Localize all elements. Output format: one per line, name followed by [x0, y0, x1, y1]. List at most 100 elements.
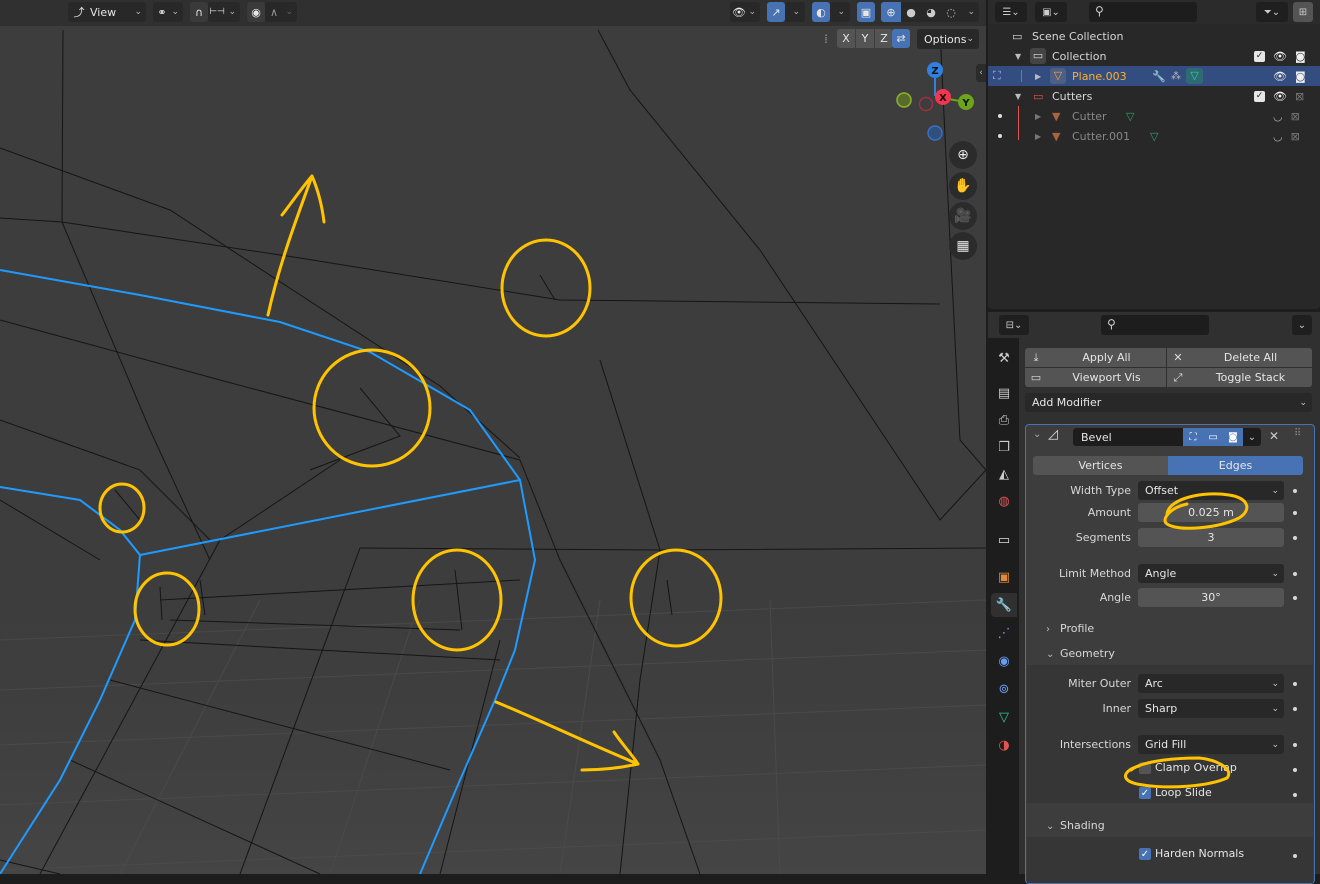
exclude-checkbox[interactable]: ✓ [1254, 90, 1265, 102]
tab-constraints[interactable]: ⊚ [991, 677, 1017, 701]
shading-solid-icon[interactable]: ● [901, 6, 921, 19]
render-disabled-icon[interactable]: ⊠ [1291, 130, 1300, 143]
collection-icon: ▭ [997, 532, 1011, 548]
view-menu[interactable]: ⤴ View ⌄ [68, 2, 146, 22]
snap-increment-icon: ⊢⊣ [209, 7, 225, 17]
shading-wireframe-icon[interactable]: ⊕ [881, 2, 901, 22]
tab-world[interactable]: ◍ [991, 489, 1017, 513]
view-layer-dropdown[interactable]: ▣⌄ [1035, 2, 1067, 22]
tab-view-layer[interactable]: ❐ [991, 435, 1017, 459]
zoom-button[interactable]: ⊕ [949, 141, 977, 169]
pan-button[interactable]: ✋ [949, 172, 977, 200]
auto-merge-toggle[interactable]: ⇄ [892, 29, 910, 48]
render-disabled-icon[interactable]: ⊠ [1291, 110, 1300, 123]
annotation-circle [500, 238, 592, 338]
exclude-checkbox[interactable]: ✓ [1254, 50, 1265, 62]
falloff-dropdown[interactable]: ∧ ⌄ [265, 2, 297, 22]
tab-modifiers[interactable]: 🔧 [991, 593, 1017, 617]
outliner-row-cutters[interactable]: ▼ ▭ Cutters ✓ 👁 ⊠ [988, 86, 1320, 106]
selectability-dropdown[interactable]: 👁 ⌄ [730, 2, 760, 22]
disclosure-triangle-icon[interactable]: ▶ [1035, 72, 1041, 81]
tab-physics[interactable]: ◉ [991, 649, 1017, 673]
tab-material[interactable]: ◑ [991, 733, 1017, 757]
render-camera-icon[interactable]: ◙ [1295, 50, 1306, 63]
outliner-row-cutter-001[interactable]: ▶ ▼ Cutter.001 ▽ ◡ ⊠ [988, 126, 1320, 146]
gizmo-neg-x[interactable] [918, 96, 934, 112]
viewport-header: ⤴ View ⌄ ⚭ ⌄ ∩ ⊢⊣ ⌄ ◉ ∧ ⌄ 👁 ⌄ ↗ ⌄ ◐ ⌄ ▣ … [0, 0, 986, 26]
gizmo-neg-y[interactable] [896, 92, 912, 108]
camera-view-button[interactable]: 🎥 [949, 202, 977, 230]
filter-dropdown[interactable]: ⏷⌄ [1256, 2, 1288, 22]
mirror-z-toggle[interactable]: Z [875, 29, 893, 48]
outliner: ☰⌄ ▣⌄ ⚲ ⏷⌄ ⊞ ▭ Scene Collection ▼ ▭ Coll… [988, 0, 1320, 309]
object-icon: ▣ [997, 569, 1011, 585]
row-label: Scene Collection [1032, 29, 1124, 43]
new-collection-button[interactable]: ⊞ [1293, 2, 1313, 22]
outliner-row-cutter[interactable]: ▶ ▼ Cutter ▽ ◡ ⊠ [988, 106, 1320, 126]
mirror-x-toggle[interactable]: X [837, 29, 855, 48]
disclosure-triangle-icon[interactable]: ▶ [1035, 112, 1041, 121]
outliner-row-collection[interactable]: ▼ ▭ Collection ✓ 👁 ◙ [988, 46, 1320, 66]
tab-collection[interactable]: ▭ [991, 528, 1017, 552]
properties-annotations [1124, 492, 1249, 789]
gizmo-neg-z[interactable] [927, 125, 943, 141]
disclosure-triangle-icon[interactable]: ▼ [1015, 52, 1021, 61]
mesh-data-icon[interactable]: ▽ [1186, 68, 1203, 84]
mesh-data-icon[interactable]: ▽ [1126, 110, 1134, 123]
render-disabled-icon[interactable]: ⊠ [1295, 90, 1304, 103]
overlay-icon: ◐ [816, 5, 826, 19]
tab-object-data[interactable]: ▽ [991, 705, 1017, 729]
tab-tool[interactable]: ⚒ [991, 346, 1017, 370]
gizmo-y-label: Y [961, 98, 970, 109]
disclosure-triangle-icon[interactable]: ▶ [1035, 132, 1041, 141]
proportional-editing-toggle[interactable]: ◉ [247, 2, 265, 22]
gizmo-dropdown[interactable]: ⌄ [785, 2, 805, 22]
render-camera-icon[interactable]: ◙ [1295, 70, 1306, 83]
disclosure-triangle-icon[interactable]: ▼ [1015, 92, 1021, 101]
overlay-toggle[interactable]: ◐ [812, 2, 830, 22]
pivot-point-icon: ⚭ [157, 5, 167, 19]
viewport-canvas[interactable] [0, 0, 986, 874]
options-dropdown[interactable]: Options ⌄ [917, 29, 979, 49]
tab-render[interactable]: ▤ [991, 381, 1017, 405]
eye-icon[interactable]: 👁 [1273, 90, 1287, 103]
output-icon: ⎙ [998, 412, 1010, 428]
tab-object[interactable]: ▣ [991, 565, 1017, 589]
display-mode-dropdown[interactable]: ☰⌄ [995, 2, 1027, 22]
tab-particles[interactable]: ⋰ [991, 621, 1017, 645]
chevron-down-icon: ⌄ [134, 7, 142, 17]
overlay-dropdown[interactable]: ⌄ [830, 2, 850, 22]
snap-toggle[interactable]: ∩ [190, 2, 208, 22]
navigation-gizmo[interactable]: Z X Y [890, 58, 980, 148]
shading-material-preview-icon[interactable]: ◕ [921, 6, 941, 19]
eye-closed-icon[interactable]: ◡ [1273, 130, 1283, 143]
search-icon: ⚲ [1095, 4, 1104, 18]
vertex-groups-icon[interactable]: ⁂ [1171, 71, 1181, 82]
modifier-wrench-icon[interactable]: 🔧 [1152, 70, 1166, 83]
outliner-row-plane-003[interactable]: ⛶ ▶ ▽ Plane.003 🔧 ⁂ ▽ 👁 ◙ [988, 66, 1320, 86]
outliner-row-scene-collection[interactable]: ▭ Scene Collection [988, 26, 1320, 46]
outliner-search-input[interactable]: ⚲ [1089, 2, 1197, 22]
mesh-data-icon[interactable]: ▽ [1150, 130, 1158, 143]
xray-toggle[interactable]: ▣ [857, 2, 875, 22]
scene-icon: ◭ [999, 466, 1009, 482]
mirror-y-toggle[interactable]: Y [856, 29, 874, 48]
eye-icon[interactable]: 👁 [1273, 70, 1287, 83]
options-dropdown[interactable]: ⌄ [1292, 315, 1312, 335]
tab-output[interactable]: ⎙ [991, 408, 1017, 432]
perspective-toggle-button[interactable]: ▦ [949, 232, 977, 260]
eye-icon[interactable]: 👁 [1273, 50, 1287, 63]
editor-type-dropdown[interactable]: ⊟⌄ [999, 315, 1029, 335]
tab-scene[interactable]: ◭ [991, 462, 1017, 486]
chevron-down-icon[interactable]: ⌄ [967, 7, 979, 17]
pivot-point-dropdown[interactable]: ⚭ ⌄ [153, 2, 183, 22]
shading-rendered-icon[interactable]: ◌ [941, 6, 961, 19]
properties-search-input[interactable]: ⚲ [1101, 315, 1209, 335]
edit-mode-icon[interactable]: ⛶ [993, 69, 1001, 83]
snap-target-dropdown[interactable]: ⊢⊣ ⌄ [208, 2, 240, 22]
material-icon: ◑ [998, 737, 1010, 753]
3d-viewport[interactable]: ⤴ View ⌄ ⚭ ⌄ ∩ ⊢⊣ ⌄ ◉ ∧ ⌄ 👁 ⌄ ↗ ⌄ ◐ ⌄ ▣ … [0, 0, 986, 874]
gizmo-toggle[interactable]: ↗ [767, 2, 785, 22]
eye-closed-icon[interactable]: ◡ [1273, 110, 1283, 123]
annotation-circle [1124, 756, 1231, 789]
